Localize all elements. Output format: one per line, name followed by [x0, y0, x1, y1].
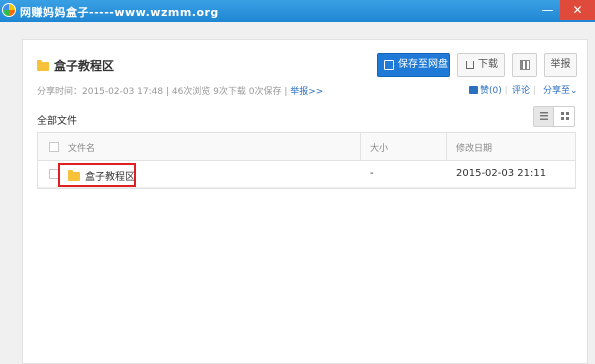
file-size: -: [370, 168, 374, 179]
column-divider: [360, 133, 361, 161]
window-title: 网赚妈妈盒子-----www.wzmm.org: [20, 6, 219, 19]
column-header-size[interactable]: 大小: [370, 141, 388, 154]
file-table: 文件名 大小 修改日期 盒子教程区 - 2015-02-03 21:11: [37, 132, 576, 189]
content-frame: 盒子教程区 分享时间：2015-02-03 17:48 | 46次浏览 9次下载…: [0, 22, 595, 364]
all-files-label: 全部文件: [37, 116, 77, 127]
save-to-cloud-button[interactable]: 保存至网盘: [377, 53, 450, 77]
share-title-text: 盒子教程区: [54, 59, 115, 73]
share-meta: 分享时间：2015-02-03 17:48 | 46次浏览 9次下载 0次保存 …: [37, 84, 323, 97]
chevron-down-icon: ⌄: [570, 86, 578, 96]
column-header-date[interactable]: 修改日期: [456, 141, 492, 154]
like-link[interactable]: 赞(0) |: [469, 83, 508, 96]
table-header: 文件名 大小 修改日期: [38, 133, 575, 161]
grid-view-button[interactable]: [555, 107, 575, 126]
share-panel: 盒子教程区 分享时间：2015-02-03 17:48 | 46次浏览 9次下载…: [22, 39, 588, 364]
page-title: 盒子教程区: [37, 57, 114, 74]
download-icon: [466, 61, 474, 69]
share-to-label: 分享至: [543, 86, 571, 96]
save-icon: [384, 60, 394, 70]
column-header-name[interactable]: 文件名: [68, 141, 95, 154]
select-all-checkbox[interactable]: [49, 142, 59, 152]
app-logo-icon: [2, 3, 16, 17]
file-name: 盒子教程区: [85, 172, 135, 183]
separator: |: [504, 86, 508, 96]
file-name-link[interactable]: 盒子教程区: [68, 168, 135, 183]
thumbs-up-icon: [469, 86, 478, 94]
list-view-button[interactable]: [534, 107, 554, 126]
like-label: 赞(0): [480, 86, 502, 96]
separator: |: [532, 86, 536, 96]
folder-icon: [37, 60, 49, 71]
share-meta-text: 分享时间：2015-02-03 17:48 | 46次浏览 9次下载 0次保存 …: [37, 87, 291, 97]
comment-link[interactable]: 评论 |: [512, 83, 536, 96]
report-link[interactable]: 举报>>: [290, 87, 323, 97]
report-button[interactable]: 举报: [544, 53, 577, 77]
column-divider: [446, 133, 447, 161]
file-date: 2015-02-03 21:11: [456, 168, 547, 179]
folder-icon: [68, 170, 80, 181]
qr-code-icon: [520, 60, 530, 70]
table-row[interactable]: 盒子教程区 - 2015-02-03 21:11: [38, 161, 575, 188]
save-button-label: 保存至网盘: [398, 59, 448, 70]
qr-code-button[interactable]: [512, 53, 537, 77]
view-toggle: [533, 106, 575, 127]
share-to-link[interactable]: 分享至⌄: [543, 83, 578, 96]
close-button[interactable]: ✕: [560, 0, 595, 20]
download-button[interactable]: 下载: [457, 53, 505, 77]
list-view-icon: [540, 112, 548, 120]
grid-view-icon: [561, 112, 569, 120]
title-bar: 网赚妈妈盒子-----www.wzmm.org — ✕: [0, 0, 595, 22]
download-button-label: 下载: [478, 59, 498, 70]
comment-label: 评论: [512, 86, 531, 96]
minimize-button[interactable]: —: [535, 0, 560, 20]
